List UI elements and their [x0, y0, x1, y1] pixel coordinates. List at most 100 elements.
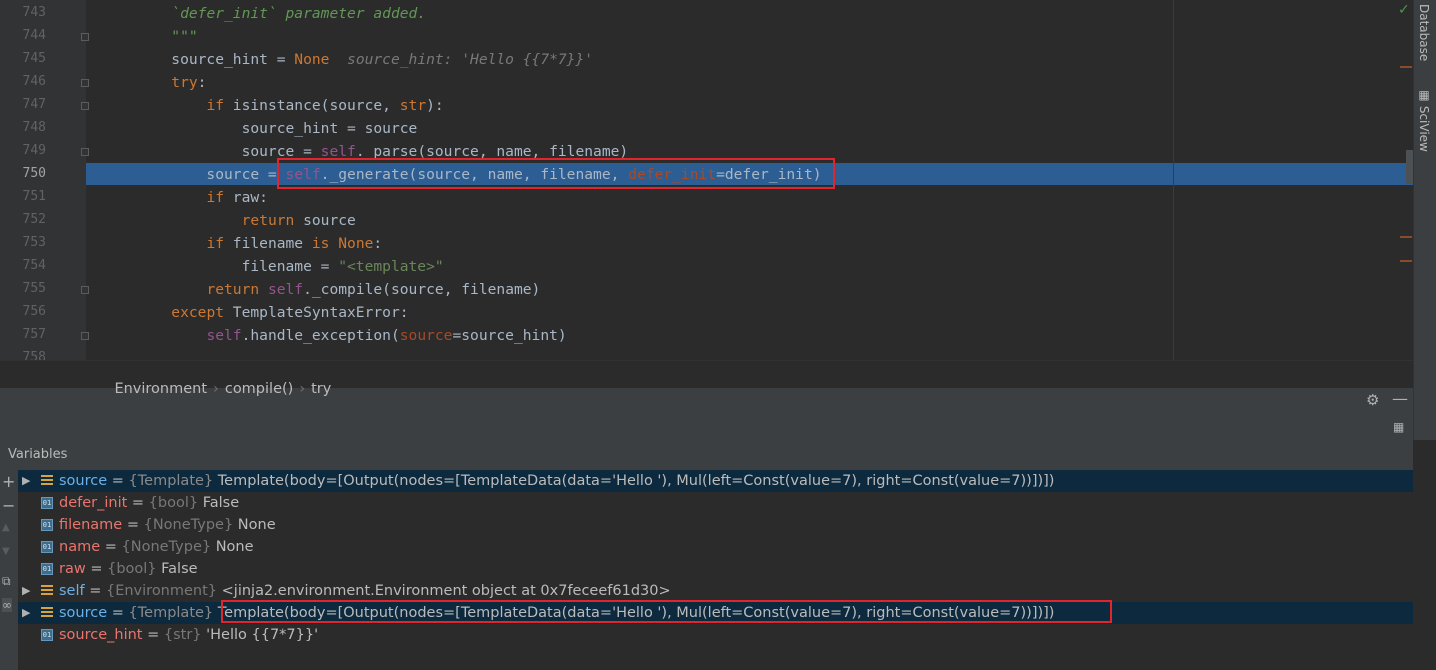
equals-sign: =	[85, 561, 108, 577]
code-line[interactable]: return source	[101, 209, 356, 232]
equals-sign: =	[84, 583, 106, 599]
variable-row[interactable]: 01 filename = {NoneType} None	[18, 514, 1413, 536]
line-number[interactable]: 757	[0, 327, 46, 342]
variable-name: filename	[59, 517, 123, 533]
variable-row[interactable]: 01 name = {NoneType} None	[18, 536, 1413, 558]
line-number[interactable]: 744	[0, 28, 46, 43]
line-number[interactable]: 743	[0, 5, 46, 20]
variable-name: self	[59, 583, 85, 599]
fold-marker-icon[interactable]	[81, 79, 89, 87]
variable-name: source	[59, 473, 108, 489]
variable-text: raw = {bool} False	[59, 558, 198, 580]
line-number[interactable]: 746	[0, 74, 46, 89]
primitive-icon: 01	[41, 629, 53, 641]
variable-value: 'Hello {{7*7}}'	[206, 627, 319, 643]
inspection-ok-icon[interactable]: ✓	[1398, 2, 1410, 18]
code-line[interactable]: try:	[101, 71, 206, 94]
add-watch-icon[interactable]: +	[2, 472, 15, 491]
code-line[interactable]: self.handle_exception(source=source_hint…	[101, 324, 566, 347]
line-number[interactable]: 747	[0, 97, 46, 112]
sciview-tab[interactable]: ▦ SciView	[1417, 88, 1431, 152]
code-line[interactable]: filename = "<template>"	[101, 255, 444, 278]
fold-marker-icon[interactable]	[81, 33, 89, 41]
variables-title: Variables	[8, 447, 68, 462]
line-number[interactable]: 754	[0, 258, 46, 273]
error-stripe-mark[interactable]	[1400, 236, 1412, 238]
minimize-icon[interactable]: —	[1392, 389, 1408, 408]
error-stripe-mark[interactable]	[1400, 66, 1412, 68]
database-tab[interactable]: Database	[1417, 4, 1431, 61]
variable-type: {str}	[163, 627, 202, 643]
variable-row[interactable]: 01 source_hint = {str} 'Hello {{7*7}}'	[18, 624, 1413, 646]
variables-header: Variables	[0, 442, 1413, 471]
variable-text: source = {Template} Template(body=[Outpu…	[59, 470, 1054, 492]
sciview-icon: ▦	[1417, 88, 1431, 106]
variable-row[interactable]: 01 raw = {bool} False	[18, 558, 1413, 580]
sciview-label: SciView	[1417, 105, 1431, 152]
debug-subtoolbar	[0, 414, 1413, 442]
code-line[interactable]: except TemplateSyntaxError:	[101, 301, 408, 324]
fold-marker-icon[interactable]	[81, 286, 89, 294]
error-stripe-mark[interactable]	[1400, 260, 1412, 262]
breadcrumb: Environment › compile() › try	[0, 360, 1413, 397]
equals-sign: =	[100, 539, 122, 555]
line-number[interactable]: 745	[0, 51, 46, 66]
primitive-icon: 01	[41, 519, 53, 531]
line-number[interactable]: 751	[0, 189, 46, 204]
line-number[interactable]: 752	[0, 212, 46, 227]
annotation-box-value	[221, 600, 1112, 623]
equals-sign: =	[142, 627, 164, 643]
code-line[interactable]: if isinstance(source, str):	[101, 94, 443, 117]
code-line[interactable]: if raw:	[101, 186, 268, 209]
variable-value: False	[202, 495, 240, 511]
fold-marker-icon[interactable]	[81, 332, 89, 340]
code-line[interactable]: return self._compile(source, filename)	[101, 278, 540, 301]
variable-text: name = {NoneType} None	[59, 536, 254, 558]
variable-row[interactable]: ▶ source = {Template} Template(body=[Outp…	[18, 470, 1413, 492]
move-up-icon[interactable]: ▲	[2, 522, 10, 533]
variable-type: {NoneType}	[143, 517, 234, 533]
line-number[interactable]: 753	[0, 235, 46, 250]
variable-type: {Template}	[128, 473, 214, 489]
breadcrumb-separator-icon: ›	[299, 381, 306, 397]
variable-value: <jinja2.environment.Environment object a…	[221, 583, 671, 599]
fold-marker-icon[interactable]	[81, 148, 89, 156]
expand-arrow-icon[interactable]: ▶	[22, 580, 30, 602]
remove-watch-icon[interactable]: −	[2, 496, 15, 515]
variable-row[interactable]: ▶ self = {Environment} <jinja2.environmen…	[18, 580, 1413, 602]
breadcrumb-item-method[interactable]: compile()	[225, 381, 293, 397]
line-number[interactable]: 749	[0, 143, 46, 158]
expand-arrow-icon[interactable]: ▶	[22, 602, 30, 624]
breadcrumb-item-class[interactable]: Environment	[114, 381, 207, 397]
variable-row[interactable]: 01 defer_init = {bool} False	[18, 492, 1413, 514]
variable-name: source_hint	[59, 627, 143, 643]
code-line[interactable]: source_hint = source	[101, 117, 418, 140]
primitive-icon: 01	[41, 541, 53, 553]
breadcrumb-item-block[interactable]: try	[311, 381, 331, 397]
fold-marker-icon[interactable]	[81, 102, 89, 110]
gear-icon[interactable]: ⚙	[1366, 391, 1379, 409]
layout-settings-icon[interactable]: ▦	[1393, 420, 1404, 434]
line-number[interactable]: 748	[0, 120, 46, 135]
annotation-box-code	[277, 158, 835, 189]
variables-action-strip: + − ▲ ▼ ⧉ ∞	[0, 470, 18, 670]
expand-arrow-icon[interactable]: ▶	[22, 470, 30, 492]
code-line[interactable]: `defer_init` parameter added.	[101, 2, 426, 25]
editor-scrollbar[interactable]	[1406, 150, 1413, 184]
code-line[interactable]: """	[101, 25, 197, 48]
copy-icon[interactable]: ⧉	[2, 574, 11, 589]
equals-sign: =	[107, 605, 129, 621]
variable-name: source	[59, 605, 108, 621]
show-watches-icon[interactable]: ∞	[2, 598, 12, 612]
code-line[interactable]: source_hint = None source_hint: 'Hello {…	[101, 48, 593, 71]
variable-name: defer_init	[59, 495, 128, 511]
line-number[interactable]: 756	[0, 304, 46, 319]
move-down-icon[interactable]: ▼	[2, 546, 10, 557]
breadcrumb-separator-icon: ›	[213, 381, 219, 397]
variable-value: Template(body=[Output(nodes=[TemplateDat…	[217, 473, 1055, 489]
line-number[interactable]: 755	[0, 281, 46, 296]
variable-type: {Template}	[128, 605, 214, 621]
line-number[interactable]: 750	[0, 166, 46, 181]
variable-value: None	[215, 539, 254, 555]
code-line[interactable]: if filename is None:	[101, 232, 382, 255]
